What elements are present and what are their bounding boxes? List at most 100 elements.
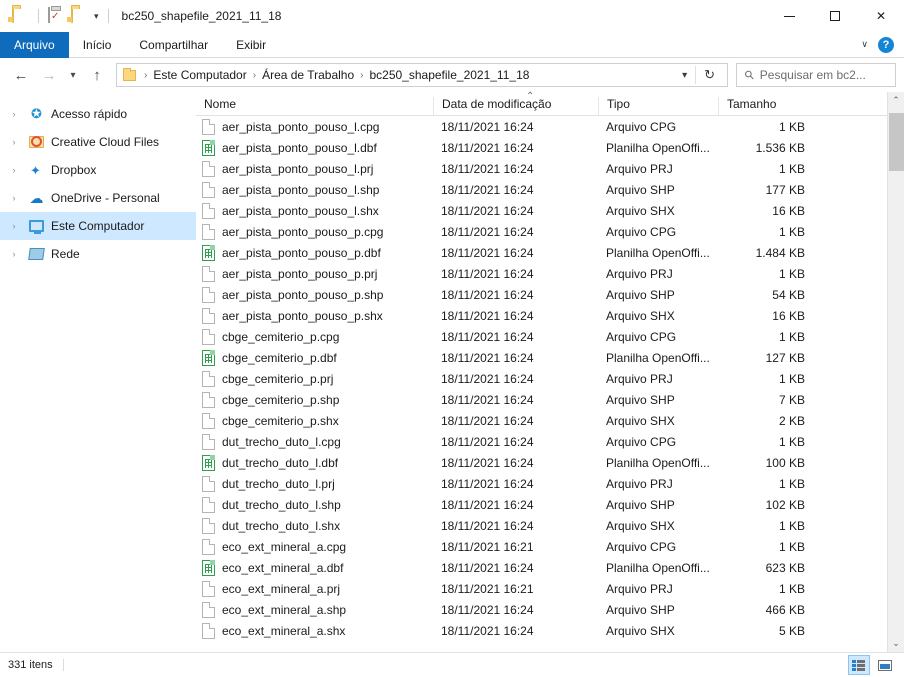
scroll-down-button[interactable]: ⌄: [887, 635, 904, 652]
table-row[interactable]: dut_trecho_duto_l.prj 18/11/2021 16:24 Arq…: [196, 473, 887, 494]
table-row[interactable]: cbge_cemiterio_p.dbf 18/11/2021 16:24 Plan…: [196, 347, 887, 368]
file-name-cell[interactable]: eco_ext_mineral_a.prj: [196, 580, 433, 597]
table-row[interactable]: aer_pista_ponto_pouso_l.prj 18/11/2021 16…: [196, 158, 887, 179]
recent-locations-icon[interactable]: ▾: [64, 62, 82, 88]
table-row[interactable]: aer_pista_ponto_pouso_p.dbf 18/11/2021 16…: [196, 242, 887, 263]
column-header-nome[interactable]: Nome: [196, 97, 433, 115]
scrollbar-track[interactable]: [887, 109, 904, 635]
file-name-cell[interactable]: aer_pista_ponto_pouso_l.dbf: [196, 139, 433, 156]
maximize-button[interactable]: [812, 0, 858, 32]
file-name-cell[interactable]: dut_trecho_duto_l.shx: [196, 517, 433, 534]
table-row[interactable]: aer_pista_ponto_pouso_l.dbf 18/11/2021 16…: [196, 137, 887, 158]
file-name-cell[interactable]: eco_ext_mineral_a.cpg: [196, 538, 433, 555]
vertical-scrollbar[interactable]: ⌃ ⌄: [887, 92, 904, 652]
file-name-cell[interactable]: aer_pista_ponto_pouso_l.shp: [196, 181, 433, 198]
minimize-button[interactable]: [766, 0, 812, 32]
table-row[interactable]: eco_ext_mineral_a.dbf 18/11/2021 16:24 Pla…: [196, 557, 887, 578]
table-row[interactable]: aer_pista_ponto_pouso_p.shx 18/11/2021 16…: [196, 305, 887, 326]
chevron-right-icon[interactable]: ›: [6, 193, 22, 203]
file-type-cell: Arquivo SHP: [606, 392, 675, 407]
chevron-down-icon[interactable]: ▾: [94, 11, 99, 21]
file-name-cell[interactable]: cbge_cemiterio_p.shx: [196, 412, 433, 429]
table-row[interactable]: aer_pista_ponto_pouso_l.cpg 18/11/2021 16…: [196, 116, 887, 137]
file-name-cell[interactable]: dut_trecho_duto_l.dbf: [196, 454, 433, 471]
file-name-cell[interactable]: aer_pista_ponto_pouso_l.cpg: [196, 118, 433, 135]
address-dropdown-icon[interactable]: ▾: [674, 70, 695, 81]
file-name-cell[interactable]: cbge_cemiterio_p.shp: [196, 391, 433, 408]
table-row[interactable]: dut_trecho_duto_l.shx 18/11/2021 16:24 Arq…: [196, 515, 887, 536]
file-list[interactable]: aer_pista_ponto_pouso_l.cpg 18/11/2021 16…: [196, 116, 887, 652]
file-name-cell[interactable]: aer_pista_ponto_pouso_p.shp: [196, 286, 433, 303]
file-name-cell[interactable]: dut_trecho_duto_l.cpg: [196, 433, 433, 450]
details-view-button[interactable]: [848, 655, 870, 675]
file-name-label: aer_pista_ponto_pouso_l.shx: [222, 203, 379, 218]
file-name-cell[interactable]: eco_ext_mineral_a.shp: [196, 601, 433, 618]
column-header-data[interactable]: Data de modificação: [433, 97, 598, 115]
search-input[interactable]: ⚲ Pesquisar em bc2...: [736, 63, 896, 87]
chevron-right-icon[interactable]: ›: [6, 165, 22, 175]
tab-arquivo[interactable]: Arquivo: [0, 32, 69, 58]
expand-ribbon-icon[interactable]: ∨: [861, 40, 868, 49]
file-name-cell[interactable]: eco_ext_mineral_a.dbf: [196, 559, 433, 576]
table-row[interactable]: cbge_cemiterio_p.shx 18/11/2021 16:24 Arqu…: [196, 410, 887, 431]
file-name-cell[interactable]: aer_pista_ponto_pouso_p.dbf: [196, 244, 433, 261]
table-row[interactable]: aer_pista_ponto_pouso_p.prj 18/11/2021 16…: [196, 263, 887, 284]
file-name-cell[interactable]: cbge_cemiterio_p.prj: [196, 370, 433, 387]
file-name-cell[interactable]: cbge_cemiterio_p.dbf: [196, 349, 433, 366]
table-row[interactable]: eco_ext_mineral_a.cpg 18/11/2021 16:21 Arq…: [196, 536, 887, 557]
file-name-cell[interactable]: dut_trecho_duto_l.prj: [196, 475, 433, 492]
file-name-cell[interactable]: aer_pista_ponto_pouso_p.cpg: [196, 223, 433, 240]
sidebar-item-acesso-rapido[interactable]: › ✪ Acesso rápido: [0, 100, 196, 128]
tab-exibir[interactable]: Exibir: [222, 32, 280, 58]
tab-inicio[interactable]: Início: [69, 32, 126, 58]
scroll-up-button[interactable]: ⌃: [887, 92, 904, 109]
table-row[interactable]: aer_pista_ponto_pouso_l.shp 18/11/2021 16…: [196, 179, 887, 200]
column-header-tipo[interactable]: Tipo: [598, 97, 718, 115]
file-name-cell[interactable]: aer_pista_ponto_pouso_l.shx: [196, 202, 433, 219]
folder-icon[interactable]: [12, 6, 29, 25]
breadcrumb-item-0[interactable]: Este Computador: [153, 68, 246, 82]
sidebar-item-este-computador[interactable]: › Este Computador: [0, 212, 196, 240]
table-row[interactable]: aer_pista_ponto_pouso_p.cpg 18/11/2021 16…: [196, 221, 887, 242]
sidebar-item-dropbox[interactable]: › ✦ Dropbox: [0, 156, 196, 184]
new-folder-icon[interactable]: [71, 6, 88, 25]
file-name-cell[interactable]: aer_pista_ponto_pouso_p.prj: [196, 265, 433, 282]
up-button[interactable]: ↑: [84, 62, 110, 88]
table-row[interactable]: dut_trecho_duto_l.shp 18/11/2021 16:24 Arq…: [196, 494, 887, 515]
forward-button[interactable]: →: [36, 62, 62, 88]
scrollbar-thumb[interactable]: [888, 113, 904, 171]
breadcrumb-item-2[interactable]: bc250_shapefile_2021_11_18: [369, 68, 529, 82]
properties-icon[interactable]: ✓: [48, 6, 65, 25]
file-name-cell[interactable]: aer_pista_ponto_pouso_l.prj: [196, 160, 433, 177]
close-button[interactable]: ✕: [858, 0, 904, 32]
table-row[interactable]: eco_ext_mineral_a.shp 18/11/2021 16:24 Arq…: [196, 599, 887, 620]
sidebar-item-onedrive-personal[interactable]: › ☁ OneDrive - Personal: [0, 184, 196, 212]
sidebar-item-rede[interactable]: › Rede: [0, 240, 196, 268]
tab-compartilhar[interactable]: Compartilhar: [125, 32, 222, 58]
file-name-cell[interactable]: eco_ext_mineral_a.shx: [196, 622, 433, 639]
breadcrumb-item-1[interactable]: Área de Trabalho: [262, 68, 354, 82]
table-row[interactable]: aer_pista_ponto_pouso_p.shp 18/11/2021 16…: [196, 284, 887, 305]
table-row[interactable]: dut_trecho_duto_l.dbf 18/11/2021 16:24 Pla…: [196, 452, 887, 473]
table-row[interactable]: dut_trecho_duto_l.cpg 18/11/2021 16:24 Arq…: [196, 431, 887, 452]
table-row[interactable]: cbge_cemiterio_p.prj 18/11/2021 16:24 Arqu…: [196, 368, 887, 389]
large-icons-view-button[interactable]: [874, 655, 896, 675]
file-name-cell[interactable]: cbge_cemiterio_p.cpg: [196, 328, 433, 345]
chevron-right-icon[interactable]: ›: [6, 249, 22, 259]
table-row[interactable]: eco_ext_mineral_a.prj 18/11/2021 16:21 Arq…: [196, 578, 887, 599]
table-row[interactable]: aer_pista_ponto_pouso_l.shx 18/11/2021 16…: [196, 200, 887, 221]
table-row[interactable]: eco_ext_mineral_a.shx 18/11/2021 16:24 Arq…: [196, 620, 887, 641]
chevron-right-icon[interactable]: ›: [6, 137, 22, 147]
table-row[interactable]: cbge_cemiterio_p.shp 18/11/2021 16:24 Arqu…: [196, 389, 887, 410]
file-name-cell[interactable]: aer_pista_ponto_pouso_p.shx: [196, 307, 433, 324]
chevron-right-icon[interactable]: ›: [6, 109, 22, 119]
chevron-right-icon[interactable]: ›: [6, 221, 22, 231]
column-header-tamanho[interactable]: Tamanho: [718, 97, 813, 115]
help-icon[interactable]: ?: [878, 36, 894, 53]
back-button[interactable]: ←: [8, 62, 34, 88]
file-name-cell[interactable]: dut_trecho_duto_l.shp: [196, 496, 433, 513]
refresh-icon[interactable]: ↻: [696, 67, 723, 83]
breadcrumb[interactable]: › Este Computador › Área de Trabalho › b…: [116, 63, 728, 87]
sidebar-item-creative-cloud-files[interactable]: › Creative Cloud Files: [0, 128, 196, 156]
table-row[interactable]: cbge_cemiterio_p.cpg 18/11/2021 16:24 Arqu…: [196, 326, 887, 347]
